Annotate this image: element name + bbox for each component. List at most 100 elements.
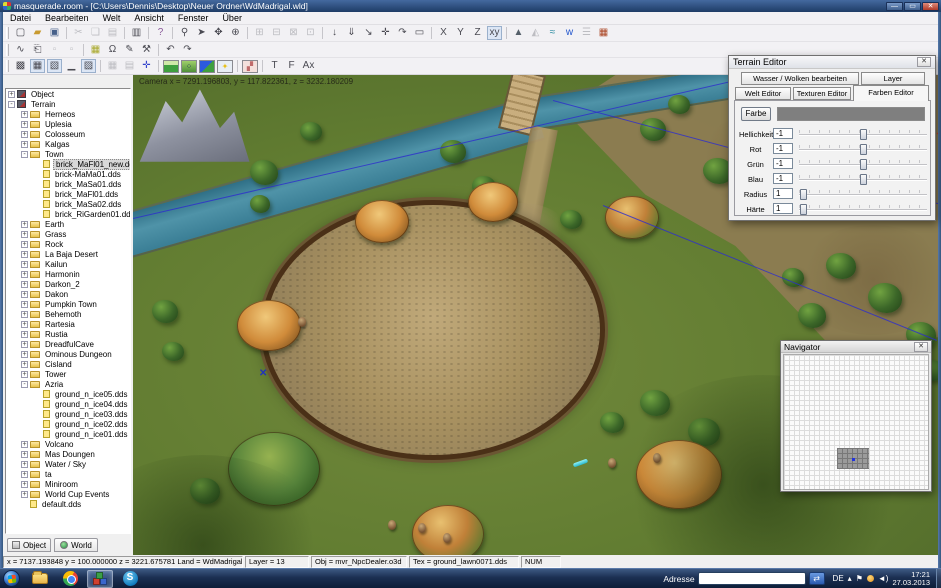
tree-item[interactable]: +Miniroom <box>6 479 130 489</box>
expander-plus-icon[interactable]: + <box>21 491 28 498</box>
slider-thumb[interactable] <box>860 159 867 170</box>
expander-plus-icon[interactable]: + <box>21 271 28 278</box>
tree-item[interactable]: +Volcano <box>6 439 130 449</box>
tree-item[interactable]: default.dds <box>6 499 130 509</box>
terrain-editor-dialog[interactable]: Terrain Editor ✕ Wasser / Wolken bearbei… <box>728 55 936 221</box>
expander-plus-icon[interactable]: + <box>21 251 28 258</box>
slider-thumb[interactable] <box>860 174 867 185</box>
undo-icon[interactable]: ↶ <box>163 43 178 57</box>
navigator-close-icon[interactable]: ✕ <box>914 342 928 352</box>
tree-item[interactable]: +Rock <box>6 239 130 249</box>
tree-item[interactable]: +Darkon_2 <box>6 279 130 289</box>
taskbar-editor-button[interactable] <box>87 570 113 588</box>
expander-plus-icon[interactable]: + <box>21 281 28 288</box>
tree-item[interactable]: +Object <box>6 89 130 99</box>
slider-thumb[interactable] <box>800 204 807 215</box>
drop-down-icon[interactable]: ↓ <box>327 26 342 40</box>
text-ax-button[interactable]: Ax <box>301 59 316 73</box>
menu-item-fenster[interactable]: Fenster <box>171 13 216 23</box>
tree-item[interactable]: +Pumpkin Town <box>6 299 130 309</box>
menu-item-datei[interactable]: Datei <box>3 13 38 23</box>
pan-hand-icon[interactable]: ✥ <box>211 26 226 40</box>
terrain-swatch-green[interactable] <box>163 60 179 73</box>
window-titlebar[interactable]: masquerade.room - [C:\Users\Dennis\Deskt… <box>0 0 941 12</box>
brush-icon[interactable]: ✎ <box>122 43 137 57</box>
slider-value-input[interactable]: 1 <box>773 203 793 214</box>
eyedropper-swatch[interactable]: ▞ <box>242 60 258 73</box>
tree-item[interactable]: +La Baja Desert <box>6 249 130 259</box>
terrain-editor-close-icon[interactable]: ✕ <box>917 57 931 67</box>
axis-y-button[interactable]: Y <box>453 26 468 40</box>
mountain-raise-icon[interactable]: ▲ <box>511 26 526 40</box>
slider-track[interactable] <box>799 179 927 181</box>
tree-item[interactable]: ground_n_ice03.dds <box>6 409 130 419</box>
slider-value-input[interactable]: -1 <box>773 158 793 169</box>
volume-icon[interactable]: ◄) <box>878 574 889 583</box>
slider-track[interactable] <box>799 164 927 166</box>
text-t-button[interactable]: T <box>267 59 282 73</box>
tree-item[interactable]: ground_n_ice01.dds <box>6 429 130 439</box>
tree-item[interactable]: +Herneos <box>6 109 130 119</box>
move-icon[interactable]: ✛ <box>378 26 393 40</box>
menu-item-bearbeiten[interactable]: Bearbeiten <box>38 13 96 23</box>
select-box-icon[interactable]: ▭ <box>412 26 427 40</box>
tree-item[interactable]: brick-MaMa01.dds <box>6 169 130 179</box>
expander-plus-icon[interactable]: + <box>21 461 28 468</box>
tree-item[interactable]: +Kalgas <box>6 139 130 149</box>
tab-farben-editor[interactable]: Farben Editor <box>853 85 929 101</box>
tab-layer[interactable]: Layer <box>861 72 925 85</box>
axis-xy-button[interactable]: xy <box>487 26 502 40</box>
save-icon[interactable]: ▣ <box>47 26 62 40</box>
zoom-icon[interactable]: ⚲ <box>177 26 192 40</box>
expander-plus-icon[interactable]: + <box>21 241 28 248</box>
terrain-swatch-sun[interactable]: ✦ <box>217 60 233 73</box>
grid-icon[interactable]: ▦ <box>88 43 103 57</box>
zoom-region-icon[interactable]: ⊕ <box>228 26 243 40</box>
expander-plus-icon[interactable]: + <box>21 301 28 308</box>
grid-dots-icon[interactable]: ▨ <box>81 59 96 73</box>
expander-plus-icon[interactable]: + <box>21 341 28 348</box>
navigator-titlebar[interactable]: Navigator ✕ <box>781 341 931 353</box>
expander-plus-icon[interactable]: + <box>21 141 28 148</box>
taskbar-explorer-button[interactable] <box>27 570 53 588</box>
picker-icon[interactable]: ➤ <box>194 26 209 40</box>
tree-item[interactable]: +Colosseum <box>6 129 130 139</box>
axis-x-button[interactable]: X <box>436 26 451 40</box>
expander-plus-icon[interactable]: + <box>21 481 28 488</box>
w-tool-button[interactable]: w <box>562 26 577 40</box>
farbe-button[interactable]: Farbe <box>741 107 771 121</box>
menu-item-über[interactable]: Über <box>215 13 249 23</box>
expander-plus-icon[interactable]: + <box>21 121 28 128</box>
tree-item[interactable]: brick_MaSa01.dds <box>6 179 130 189</box>
tree-item[interactable]: ground_n_ice02.dds <box>6 419 130 429</box>
tree-item[interactable]: +Behemoth <box>6 309 130 319</box>
expander-plus-icon[interactable]: + <box>8 91 15 98</box>
navigator-map[interactable] <box>783 354 929 490</box>
tray-chevron-icon[interactable]: ▴ <box>848 574 852 583</box>
scale-diagonal-icon[interactable]: ↘ <box>361 26 376 40</box>
tree-item[interactable]: ground_n_ice05.dds <box>6 389 130 399</box>
maximize-button[interactable]: ▭ <box>904 2 921 11</box>
tab-object[interactable]: Object <box>7 538 51 552</box>
tree-item[interactable]: +Water / Sky <box>6 459 130 469</box>
slider-track[interactable] <box>799 194 927 196</box>
redo-icon[interactable]: ↷ <box>180 43 195 57</box>
color-swatch[interactable] <box>777 107 925 121</box>
expander-plus-icon[interactable]: + <box>21 361 28 368</box>
tree-item[interactable]: +Cisland <box>6 359 130 369</box>
expander-minus-icon[interactable]: - <box>8 101 15 108</box>
expander-plus-icon[interactable]: + <box>21 221 28 228</box>
tree-item[interactable]: +Harmonin <box>6 269 130 279</box>
action-center-flag-icon[interactable]: ⚑ <box>856 574 863 583</box>
tree-item[interactable]: +Rustia <box>6 329 130 339</box>
tab-texturen-editor[interactable]: Texturen Editor <box>793 87 851 100</box>
slider-track[interactable] <box>799 149 927 151</box>
tree-item[interactable]: +ta <box>6 469 130 479</box>
tree-item[interactable]: -Town <box>6 149 130 159</box>
address-go-icon[interactable]: ⇄ <box>809 572 825 585</box>
minimize-button[interactable]: — <box>886 2 903 11</box>
axis-z-button[interactable]: Z <box>470 26 485 40</box>
hammer-icon[interactable]: ⚒ <box>139 43 154 57</box>
expander-plus-icon[interactable]: + <box>21 351 28 358</box>
tree-item[interactable]: +World Cup Events <box>6 489 130 499</box>
